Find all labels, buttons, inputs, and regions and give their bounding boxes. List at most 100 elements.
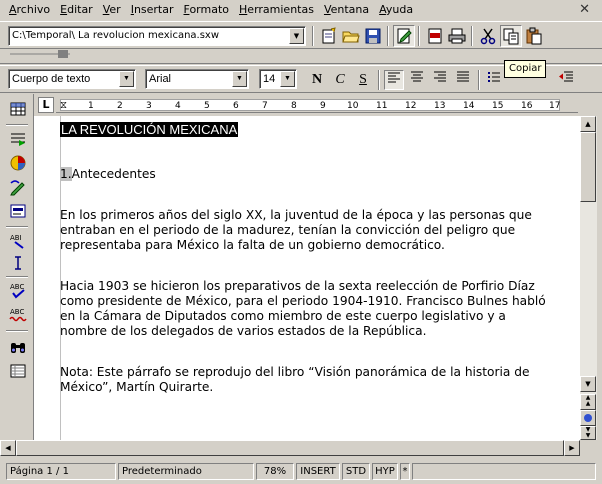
cut-icon[interactable] [477,25,499,47]
font-name-dropdown-icon[interactable]: ▼ [232,71,247,87]
font-size-dropdown-icon[interactable]: ▼ [280,71,295,87]
ruler-number: 3 [146,101,152,111]
status-zoom[interactable]: 78% [256,463,294,480]
justify-icon[interactable] [453,70,473,90]
data-sources-icon[interactable] [7,360,29,382]
horizontal-scrollbar[interactable]: ◀ ▶ [0,440,580,456]
menu-ventana[interactable]: Ventana [319,0,374,20]
copy-icon[interactable] [500,25,522,47]
align-center-icon[interactable] [407,70,427,90]
menu-ayuda[interactable]: Ayuda [374,0,418,20]
italic-button[interactable]: C [330,70,350,90]
ruler-indent-marker-icon[interactable]: ⧖ [60,100,67,112]
status-modified: * [400,463,410,480]
vertical-scrollbar[interactable]: ▲ ▼ ▲ ▲ ▼ ▼ [580,116,597,440]
status-page-style[interactable]: Predeterminado [118,463,254,480]
font-size-combo[interactable]: 14 ▼ [259,69,297,89]
scroll-up-icon[interactable]: ▲ [580,116,596,132]
file-path-dropdown-icon[interactable]: ▼ [289,28,304,44]
paragraph-1[interactable]: En los primeros años del siglo XX, la ju… [60,208,580,253]
toolbar-separator [471,26,473,46]
font-name-combo[interactable]: Arial ▼ [145,69,249,89]
menu-formato[interactable]: Formato [179,0,235,20]
horizontal-scroll-thumb[interactable] [16,440,564,456]
bold-button[interactable]: N [307,70,327,90]
status-selection-mode[interactable]: STD [342,463,370,480]
scroll-down-icon[interactable]: ▼ [580,376,596,392]
scroll-right-icon[interactable]: ▶ [564,440,580,456]
menu-insertar[interactable]: Insertar [126,0,179,20]
export-pdf-icon[interactable] [424,25,446,47]
show-draw-functions-icon[interactable] [7,176,29,198]
insert-object-icon[interactable] [7,152,29,174]
vertical-scroll-thumb[interactable] [580,132,596,202]
numbering-icon[interactable] [484,70,504,90]
close-document-icon[interactable]: ✕ [579,2,590,17]
file-path-combo[interactable]: C:\Temporal\ La revolucion mexicana.sxw … [8,26,306,46]
ruler-number: 10 [347,101,359,111]
toolbar-separator [6,226,28,228]
toolbar-separator [312,26,314,46]
scroll-left-icon[interactable]: ◀ [0,440,16,456]
underline-button[interactable]: S [353,70,373,90]
paragraph-2[interactable]: Hacia 1903 se hicieron los preparativos … [60,279,580,339]
hyperlink-bar-handle-icon[interactable] [8,46,74,62]
paragraph-style-dropdown-icon[interactable]: ▼ [119,71,134,87]
ruler-number: 17 [549,101,561,111]
save-icon[interactable] [362,25,384,47]
menu-editar[interactable]: Editar [55,0,98,20]
edit-mode-icon[interactable] [393,25,415,47]
toolbar-separator [6,276,28,278]
ruler-number: 2 [117,101,123,111]
file-path-text: C:\Temporal\ La revolucion mexicana.sxw [12,30,220,41]
open-folder-icon[interactable] [340,25,362,47]
toolbar-separator [6,124,28,126]
menu-ver[interactable]: Ver [98,0,126,20]
spellcheck-icon[interactable]: ABC [7,280,29,302]
heading-text: Antecedentes [71,167,156,181]
document-area[interactable]: LA REVOLUCIÓN MEXICANA 1.Antecedentes En… [34,116,580,440]
status-hyperlink-mode[interactable]: HYP [372,463,398,480]
insert-table-icon[interactable] [7,98,29,120]
menu-bar: Archivo Editar Ver Insertar Formato Herr… [0,0,602,20]
status-page[interactable]: Página 1 / 1 [6,463,116,480]
section-heading[interactable]: 1.Antecedentes [60,167,580,182]
align-left-icon[interactable] [384,70,404,90]
text-autocomplete-icon[interactable]: ABI [7,230,29,252]
svg-text:ABI: ABI [10,234,22,242]
ruler-page-area: ⧖ 1 2 3 4 5 6 7 8 9 10 11 12 13 14 15 16… [60,99,560,111]
ruler-number: 7 [262,101,268,111]
menu-herramientas[interactable]: Herramientas [234,0,319,20]
ruler-number: 15 [492,101,504,111]
ruler-number: 12 [405,101,417,111]
status-insert-mode[interactable]: INSERT [296,463,340,480]
ruler-number: 5 [204,101,210,111]
auto-spellcheck-icon[interactable]: ABC [7,304,29,326]
horizontal-ruler[interactable]: ⧖ 1 2 3 4 5 6 7 8 9 10 11 12 13 14 15 16… [56,97,578,113]
text-cursor-icon[interactable] [7,252,29,274]
status-bar: Página 1 / 1 Predeterminado 78% INSERT S… [0,460,602,484]
align-right-icon[interactable] [430,70,450,90]
document-page[interactable]: LA REVOLUCIÓN MEXICANA 1.Antecedentes En… [60,122,580,395]
previous-page-icon[interactable]: ▲ ▲ [580,394,596,410]
paragraph-style-combo[interactable]: Cuerpo de texto ▼ [8,69,136,89]
document-title[interactable]: LA REVOLUCIÓN MEXICANA [60,122,239,137]
print-icon[interactable] [446,25,468,47]
paste-icon[interactable] [523,25,545,47]
paragraph-style-value: Cuerpo de texto [12,73,91,85]
font-size-value: 14 [263,73,276,85]
menu-archivo[interactable]: Archivo [4,0,55,20]
find-replace-icon[interactable] [7,336,29,358]
decrease-indent-icon[interactable] [556,70,576,90]
form-functions-icon[interactable] [7,200,29,222]
main-toolbar: ABI ABC ABC [0,94,34,456]
ruler-number: 4 [175,101,181,111]
tab-stop-selector[interactable]: L [38,97,54,113]
insert-fields-icon[interactable] [7,128,29,150]
function-bar: C:\Temporal\ La revolucion mexicana.sxw … [0,21,602,49]
ruler-number: 13 [434,101,446,111]
next-page-icon[interactable]: ▼ ▼ [580,426,596,440]
edit-file-icon[interactable] [318,25,340,47]
navigation-icon[interactable] [580,410,596,426]
paragraph-3[interactable]: Nota: Este párrafo se reprodujo del libr… [60,365,580,395]
